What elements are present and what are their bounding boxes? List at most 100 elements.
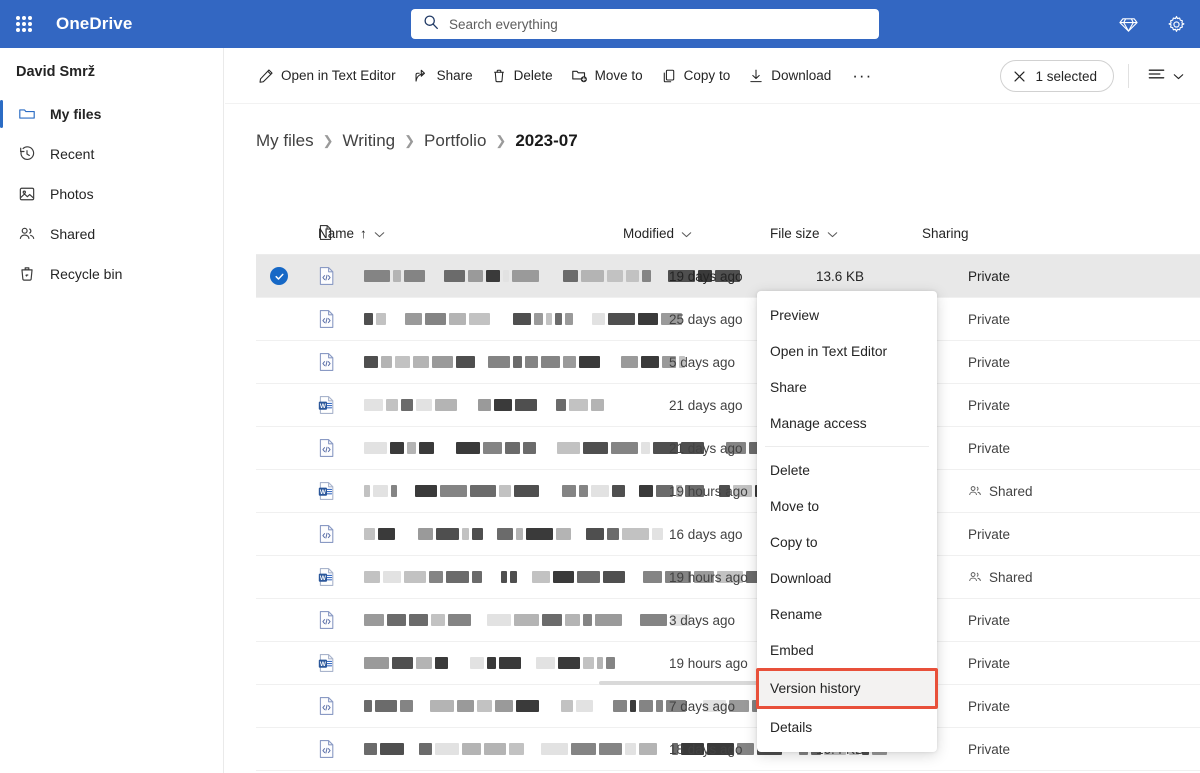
row-select-checkbox[interactable] — [256, 267, 302, 285]
file-sharing-cell[interactable]: Private — [968, 742, 1088, 757]
sidebar-item-photos[interactable]: Photos — [0, 174, 223, 214]
breadcrumb-separator-icon: ❯ — [404, 133, 416, 148]
word-file-icon: W — [302, 653, 364, 673]
download-button[interactable]: Download — [739, 60, 840, 92]
file-name-cell[interactable] — [364, 700, 822, 713]
sidebar-item-my-files[interactable]: My files — [0, 94, 223, 134]
menu-item-manage-access[interactable]: Manage access — [757, 405, 937, 441]
onedrive-brand-label[interactable]: OneDrive — [56, 14, 132, 34]
file-sharing-cell[interactable]: Private — [968, 613, 1088, 628]
file-name-cell[interactable] — [364, 528, 669, 541]
sidebar-item-recycle-bin[interactable]: Recycle bin — [0, 254, 223, 294]
sidebar-item-recent[interactable]: Recent — [0, 134, 223, 174]
menu-item-preview[interactable]: Preview — [757, 297, 937, 333]
table-row[interactable]: 25 days ago Private — [256, 298, 1200, 341]
file-sharing-cell[interactable]: Private — [968, 699, 1088, 714]
diamond-premium-icon[interactable] — [1104, 0, 1152, 48]
table-row[interactable]: 18 days ago16.4 KBPrivate — [256, 728, 1200, 771]
file-sharing-cell[interactable]: Shared — [968, 484, 1088, 499]
column-header-modified[interactable]: Modified — [623, 226, 770, 241]
column-header-modified-label: Modified — [623, 226, 675, 241]
file-name-cell[interactable] — [364, 571, 784, 584]
delete-label: Delete — [513, 68, 553, 83]
menu-item-open-in-text-editor[interactable]: Open in Text Editor — [757, 333, 937, 369]
file-sharing-cell[interactable]: Private — [968, 398, 1088, 413]
column-header-sharing[interactable]: Sharing — [922, 226, 1042, 241]
code-file-icon — [302, 524, 364, 544]
column-header-file-size[interactable]: File size — [770, 226, 922, 241]
menu-item-delete[interactable]: Delete — [757, 452, 937, 488]
delete-button[interactable]: Delete — [482, 60, 562, 92]
copy-to-button[interactable]: Copy to — [652, 60, 740, 92]
menu-item-move-to[interactable]: Move to — [757, 488, 937, 524]
menu-item-copy-to[interactable]: Copy to — [757, 524, 937, 560]
menu-item-share[interactable]: Share — [757, 369, 937, 405]
breadcrumb-item-my-files[interactable]: My files — [256, 131, 314, 151]
file-name-cell[interactable] — [364, 270, 740, 283]
table-row[interactable]: 5 days ago Private — [256, 341, 1200, 384]
move-to-button[interactable]: Move to — [562, 60, 652, 92]
app-launcher-button[interactable] — [0, 0, 48, 48]
column-header-file-type[interactable] — [256, 224, 332, 244]
column-header-sharing-label: Sharing — [922, 226, 969, 241]
menu-item-embed[interactable]: Embed — [757, 632, 937, 668]
column-header-name[interactable]: Name ↑ — [318, 226, 623, 241]
chevron-down-icon — [1173, 67, 1184, 85]
file-name-cell[interactable] — [364, 399, 669, 412]
table-row[interactable]: W 21 days ago Private — [256, 384, 1200, 427]
file-sharing-cell[interactable]: Private — [968, 441, 1088, 456]
top-navigation-bar: OneDrive — [0, 0, 1200, 48]
file-sharing-cell[interactable]: Private — [968, 312, 1088, 327]
file-name-cell[interactable] — [364, 614, 690, 627]
table-row[interactable]: 21 days ago Private — [256, 427, 1200, 470]
selection-count-pill[interactable]: 1 selected — [1000, 60, 1114, 92]
menu-item-details[interactable]: Details — [757, 709, 937, 745]
trash-icon — [16, 265, 38, 283]
search-input[interactable] — [449, 16, 867, 32]
redacted-file-name — [364, 399, 604, 412]
file-sharing-cell[interactable]: Private — [968, 656, 1088, 671]
file-sharing-label: Private — [968, 311, 1011, 327]
file-name-cell[interactable] — [364, 743, 887, 756]
table-row[interactable]: W 19 hours ago Shared — [256, 556, 1200, 599]
open-in-text-editor-button[interactable]: Open in Text Editor — [249, 60, 405, 92]
chevron-down-icon — [827, 226, 838, 241]
menu-item-label: Share — [770, 379, 807, 395]
file-name-cell[interactable] — [364, 313, 682, 326]
more-actions-button[interactable]: ··· — [840, 60, 884, 92]
view-switcher-button[interactable] — [1143, 62, 1188, 91]
code-file-icon — [302, 610, 364, 630]
breadcrumb-item-writing[interactable]: Writing — [343, 131, 396, 151]
table-row[interactable]: 3 days ago Private — [256, 599, 1200, 642]
open-in-text-editor-label: Open in Text Editor — [281, 68, 396, 83]
file-sharing-label: Private — [968, 440, 1011, 456]
table-row[interactable]: 16 days ago Private — [256, 513, 1200, 556]
file-sharing-cell[interactable]: Private — [968, 355, 1088, 370]
file-name-cell[interactable] — [364, 442, 918, 455]
menu-item-rename[interactable]: Rename — [757, 596, 937, 632]
file-name-cell[interactable] — [364, 485, 838, 498]
menu-item-version-history[interactable]: Version history — [756, 668, 938, 709]
table-row[interactable]: 7 days ago Private — [256, 685, 1200, 728]
search-box[interactable] — [411, 9, 879, 39]
column-header-file-size-label: File size — [770, 226, 820, 241]
file-sharing-cell[interactable]: Private — [968, 527, 1088, 542]
menu-separator — [765, 446, 929, 447]
file-name-cell[interactable] — [364, 657, 669, 670]
share-button[interactable]: Share — [405, 60, 482, 92]
file-sharing-cell[interactable]: Shared — [968, 570, 1088, 585]
table-row[interactable]: W 19 hours ago Private — [256, 642, 1200, 685]
file-sharing-label: Private — [968, 741, 1011, 757]
gear-icon[interactable] — [1152, 0, 1200, 48]
column-header-name-label: Name — [318, 226, 355, 241]
sidebar-item-shared[interactable]: Shared — [0, 214, 223, 254]
table-row[interactable]: W 19 hours ago Shared — [256, 470, 1200, 513]
file-sharing-cell[interactable]: Private — [968, 269, 1088, 284]
breadcrumb-separator-icon: ❯ — [322, 133, 334, 148]
menu-item-download[interactable]: Download — [757, 560, 937, 596]
file-name-cell[interactable] — [364, 356, 685, 369]
file-sharing-label: Shared — [989, 483, 1033, 499]
word-file-icon: W — [302, 481, 364, 501]
table-row[interactable]: 19 days ago 13.6 KB Private — [256, 255, 1200, 298]
breadcrumb-item-portfolio[interactable]: Portfolio — [424, 131, 486, 151]
